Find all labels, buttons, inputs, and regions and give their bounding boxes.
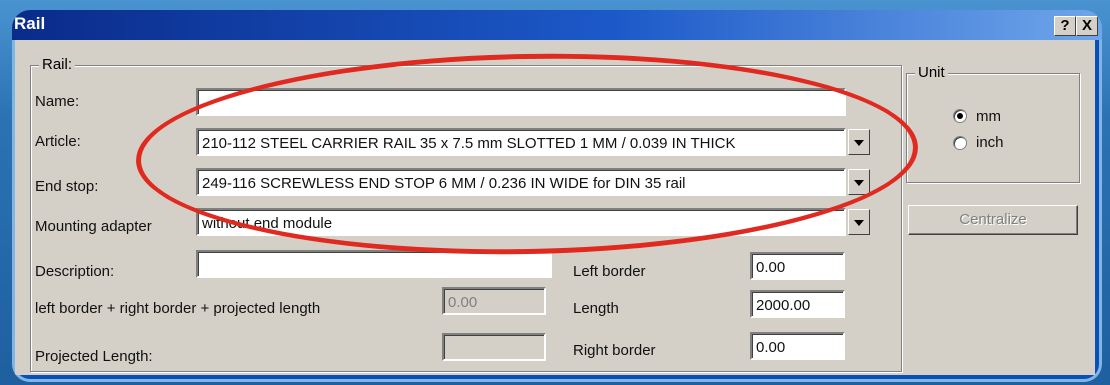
name-label: Name:	[35, 93, 80, 110]
description-label: Description:	[35, 263, 115, 280]
chevron-down-icon	[854, 140, 864, 146]
left-border-input[interactable]: 0.00	[750, 252, 845, 280]
length-input[interactable]: 2000.00	[750, 290, 845, 318]
dialog-client-area: Rail: Name: Article: 210-112 STEEL CARRI…	[15, 40, 1095, 375]
article-dropdown-button[interactable]	[848, 129, 870, 155]
mounting-adapter-dropdown-button[interactable]	[848, 209, 870, 235]
mm-radio[interactable]	[953, 109, 967, 123]
radio-selected-dot	[957, 113, 963, 119]
mm-radio-label[interactable]: mm	[976, 108, 1001, 125]
unit-groupbox: Unit	[906, 64, 1080, 183]
right-border-input[interactable]: 0.00	[750, 332, 845, 360]
length-label: Length	[573, 300, 619, 317]
article-select[interactable]: 210-112 STEEL CARRIER RAIL 35 x 7.5 mm S…	[196, 128, 846, 156]
end-stop-dropdown-button[interactable]	[848, 169, 870, 195]
mounting-adapter-label: Mounting adapter	[35, 218, 152, 235]
help-button[interactable]: ?	[1054, 16, 1076, 36]
article-label: Article:	[35, 133, 81, 150]
title-bar: Rail ? X	[12, 10, 1102, 40]
sum-label: left border + right border + projected l…	[35, 300, 321, 317]
end-stop-select[interactable]: 249-116 SCREWLESS END STOP 6 MM / 0.236 …	[196, 168, 846, 196]
inch-radio-label[interactable]: inch	[976, 134, 1004, 151]
projected-length-label: Projected Length:	[35, 348, 153, 365]
inch-radio[interactable]	[953, 136, 967, 150]
sum-readonly-field: 0.00	[442, 287, 546, 315]
chevron-down-icon	[854, 220, 864, 226]
rail-group-title: Rail:	[39, 56, 76, 73]
right-border-label: Right border	[573, 342, 656, 359]
mounting-adapter-select[interactable]: without end module	[196, 208, 846, 236]
end-stop-label: End stop:	[35, 178, 99, 195]
left-border-label: Left border	[573, 263, 646, 280]
unit-group-title: Unit	[915, 64, 948, 81]
dialog-window: Rail ? X Rail: Name: Article: 210-112 ST…	[12, 10, 1102, 382]
window-title: Rail	[14, 14, 46, 33]
close-button[interactable]: X	[1076, 16, 1098, 36]
centralize-button[interactable]: Centralize	[908, 205, 1078, 235]
projected-length-field	[442, 333, 546, 361]
name-input[interactable]	[196, 88, 846, 116]
description-input[interactable]	[196, 250, 552, 278]
chevron-down-icon	[854, 180, 864, 186]
